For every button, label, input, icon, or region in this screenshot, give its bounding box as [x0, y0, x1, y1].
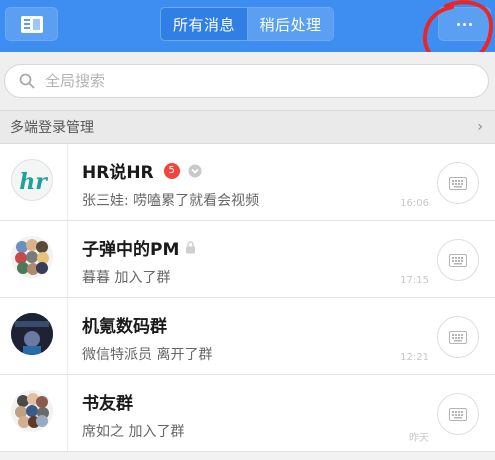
- multi-login-management[interactable]: 多端登录管理 ›: [0, 110, 495, 144]
- conversation-name: HR说HR: [82, 163, 154, 183]
- message-preview: 暮暮 加入了群: [82, 270, 171, 286]
- keyboard-icon: [449, 407, 467, 421]
- group-avatar: [11, 236, 53, 278]
- message-preview: 张三娃: 唠嗑累了就看会视频: [82, 193, 260, 209]
- lock-icon: [186, 241, 196, 254]
- conversation-name: 书友群: [82, 394, 133, 414]
- quick-reply-button[interactable]: [437, 393, 479, 435]
- group-avatar: [11, 390, 53, 432]
- search-input[interactable]: [45, 72, 445, 90]
- conversation-row[interactable]: 书友群 席如之 加入了群 昨天: [0, 375, 495, 452]
- group-photo-avatar: [11, 313, 53, 355]
- message-time: 昨天: [409, 433, 429, 444]
- contacts-card-icon: [20, 15, 43, 33]
- message-preview: 微信特派员 离开了群: [82, 347, 213, 363]
- quick-reply-button[interactable]: [437, 239, 479, 281]
- hr-logo-avatar: hr: [11, 159, 53, 201]
- keyboard-icon: [449, 253, 467, 267]
- search-area: [0, 52, 495, 110]
- quick-reply-button[interactable]: [437, 162, 479, 204]
- conversation-row[interactable]: 机氪数码群 微信特派员 离开了群 12:21: [0, 298, 495, 375]
- conversation-name: 子弹中的PM: [82, 240, 180, 260]
- keyboard-icon: [449, 330, 467, 344]
- message-time: 16:06: [400, 198, 429, 209]
- message-time: 17:15: [400, 275, 429, 286]
- message-filter-tabs: 所有消息 稍后处理: [160, 7, 334, 41]
- unread-badge: 5: [163, 162, 180, 179]
- multi-login-label: 多端登录管理: [10, 120, 94, 136]
- keyboard-icon: [449, 176, 467, 190]
- search-box[interactable]: [4, 64, 489, 98]
- top-bar: 所有消息 稍后处理: [0, 0, 495, 52]
- chevron-right-icon: ›: [477, 119, 483, 135]
- message-preview: 席如之 加入了群: [82, 424, 185, 440]
- quick-reply-button[interactable]: [437, 316, 479, 358]
- conversation-name: 机氪数码群: [82, 317, 167, 337]
- more-dots-icon: [457, 22, 460, 26]
- tab-all-messages[interactable]: 所有消息: [161, 8, 247, 40]
- more-button[interactable]: [438, 7, 491, 41]
- conversation-list: hr HR说HR 5 张三娃: 唠嗑累了就看会视频 16:06 子弹中的PM 暮…: [0, 144, 495, 452]
- contacts-button[interactable]: [5, 7, 58, 41]
- tab-later[interactable]: 稍后处理: [247, 8, 333, 40]
- conversation-row[interactable]: 子弹中的PM 暮暮 加入了群 17:15: [0, 221, 495, 298]
- mute-icon: [188, 164, 202, 177]
- svg-text:hr: hr: [19, 169, 48, 195]
- conversation-row[interactable]: hr HR说HR 5 张三娃: 唠嗑累了就看会视频 16:06: [0, 144, 495, 221]
- search-icon: [19, 73, 35, 89]
- message-time: 12:21: [400, 352, 429, 363]
